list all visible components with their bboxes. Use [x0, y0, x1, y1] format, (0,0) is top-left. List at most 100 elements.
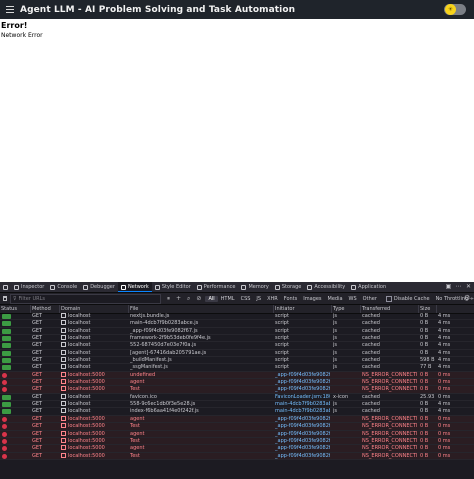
block-icon[interactable]: ⊘	[196, 295, 201, 303]
type-cell	[333, 431, 359, 438]
search-icon[interactable]: ⌕	[187, 295, 190, 303]
dock-icon[interactable]: ▣	[445, 283, 452, 290]
file-cell: agent	[130, 415, 145, 422]
initiator-cell: script	[275, 342, 289, 349]
tab-accessibility[interactable]: Accessibility	[304, 282, 348, 292]
filter-css[interactable]: CSS	[238, 296, 254, 302]
request-row[interactable]: 200 GET localhost 558-9c6ec1db0f3e5e28.js ma…	[0, 401, 474, 409]
filter-js[interactable]: JS	[253, 296, 264, 302]
filter-other[interactable]: Other	[360, 296, 380, 302]
domain-cell: localhost:5000	[61, 386, 127, 393]
tab-network[interactable]: Network	[117, 282, 152, 292]
error-status-icon	[2, 424, 7, 430]
tab-application[interactable]: Application	[348, 282, 389, 292]
request-row[interactable]: GET localhost:5000 Test _app-f09f4d03fe9082…	[0, 452, 474, 460]
request-row[interactable]: 200 GET localhost _app-f09f4d03fe9082f67.js…	[0, 327, 474, 336]
domain-text: localhost	[68, 357, 91, 364]
column-header-transferred[interactable]: Transferred	[360, 305, 418, 313]
size-cell: 0 B	[420, 335, 429, 342]
request-row[interactable]: 200 GET localhost _buildManifest.js script js…	[0, 357, 474, 365]
method-cell: GET	[32, 415, 43, 422]
add-icon[interactable]: +	[176, 295, 181, 303]
tab-performance[interactable]: Performance	[194, 282, 239, 292]
type-cell	[333, 438, 359, 445]
request-row[interactable]: 200 GET localhost main-4dcb7f9b0283abce.js s…	[0, 320, 474, 328]
more-options-icon[interactable]: ⋯	[455, 283, 462, 290]
domain-text: localhost:5000	[68, 452, 105, 459]
request-row[interactable]: GET localhost:5000 agent _app-f09f4d03fe908…	[0, 415, 474, 424]
status-cell: 200	[2, 357, 29, 364]
time-cell: 0 ms	[438, 445, 451, 452]
filter-xhr[interactable]: XHR	[264, 296, 281, 302]
domain-text: localhost	[68, 349, 91, 356]
filter-urls-input[interactable]: ⊽ Filter URLs	[9, 293, 161, 304]
domain-cell: localhost	[61, 364, 127, 371]
tab-style-editor[interactable]: Style Editor	[152, 282, 194, 292]
filter-images[interactable]: Images	[300, 296, 324, 302]
request-row[interactable]: GET localhost:5000 agent _app-f09f4d03fe908…	[0, 445, 474, 453]
transferred-cell: NS_ERROR_CONNECTION_...	[362, 415, 417, 422]
request-row[interactable]: GET localhost:5000 Test _app-f09f4d03fe9082…	[0, 423, 474, 431]
tab-memory[interactable]: Memory	[238, 282, 271, 292]
request-row[interactable]: GET localhost:5000 agent _app-f09f4d03fe908…	[0, 379, 474, 387]
column-header-initiator[interactable]: Initiator	[273, 305, 331, 313]
column-header-domain[interactable]: Domain	[59, 305, 128, 313]
file-cell: _ssgManifest.js	[130, 364, 168, 371]
filter-ws[interactable]: WS	[346, 296, 360, 302]
size-cell: 0 B	[420, 415, 429, 422]
status-cell: 200	[2, 313, 29, 320]
transferred-cell: NS_ERROR_CONNECTION_...	[362, 371, 417, 378]
lock-icon	[61, 335, 66, 341]
tab-label: Memory	[248, 284, 269, 290]
request-row[interactable]: 200 GET localhost _ssgManifest.js script js ca…	[0, 364, 474, 372]
request-row[interactable]: GET localhost:5000 agent _app-f09f4d03fe908…	[0, 430, 474, 438]
close-icon[interactable]: ✕	[465, 283, 472, 290]
domain-cell: localhost	[61, 335, 127, 342]
status-cell	[2, 386, 29, 393]
domain-cell: localhost	[61, 408, 127, 415]
filter-fonts[interactable]: Fonts	[281, 296, 301, 302]
trash-icon[interactable]	[0, 293, 10, 304]
gear-icon[interactable]: ⚙	[464, 295, 471, 302]
request-row[interactable]: GET localhost:5000 undefined _app-f09f4d03f…	[0, 371, 474, 380]
request-row[interactable]: 200 GET localhost framework-2f9b53deb0fe9f4…	[0, 335, 474, 343]
domain-cell: localhost	[61, 357, 127, 364]
type-cell: js	[333, 408, 337, 415]
domain-cell: localhost:5000	[61, 379, 127, 386]
error-message: Network Error	[1, 32, 43, 39]
status-cell: 200	[2, 335, 29, 342]
request-row[interactable]: 200 GET localhost favicon.ico FaviconLoader.…	[0, 393, 474, 402]
network-toolbar: ⊽ Filter URLs ⏸ + ⌕ ⊘ All HTML CSS JS XHR Fon…	[0, 293, 474, 305]
request-row[interactable]: 200 GET localhost index-f6b6aa41f4e0f242f.j…	[0, 408, 474, 416]
pause-icon[interactable]: ⏸	[167, 295, 170, 303]
request-row[interactable]: 200 GET localhost [agent]-67416dab205791ae.…	[0, 349, 474, 358]
status-badge: 200	[2, 365, 11, 371]
menu-icon[interactable]	[0, 0, 20, 19]
tab-debugger[interactable]: Debugger	[80, 282, 118, 292]
request-row[interactable]: 200 GET localhost nextjs.bundle.js script js c…	[0, 313, 474, 321]
element-picker-icon[interactable]	[0, 282, 11, 292]
filter-media[interactable]: Media	[325, 296, 346, 302]
column-header-method[interactable]: Method	[30, 305, 59, 313]
size-cell: 0 B	[420, 320, 429, 327]
disable-cache-checkbox[interactable]: Disable Cache	[385, 295, 430, 302]
type-filters: All HTML CSS JS XHR Fonts Images Media WS Other	[205, 295, 380, 302]
debugger-icon	[83, 284, 89, 290]
column-header-status[interactable]: Status	[0, 305, 29, 313]
column-header-type[interactable]: Type	[331, 305, 360, 313]
file-cell: undefined	[130, 371, 156, 378]
theme-toggle[interactable]: ☀	[444, 4, 466, 15]
domain-cell: localhost:5000	[61, 430, 127, 438]
filter-html[interactable]: HTML	[218, 296, 238, 302]
filter-all[interactable]: All	[205, 295, 218, 302]
column-header-size[interactable]: Size	[418, 305, 436, 313]
tab-storage[interactable]: Storage	[272, 282, 305, 292]
column-header-time[interactable]	[436, 305, 474, 313]
column-header-file[interactable]: File	[128, 305, 273, 313]
request-row[interactable]: 200 GET localhost 552-687450d7e03e7f0a.js sc…	[0, 342, 474, 350]
request-row[interactable]: GET localhost:5000 Test _app-f09f4d03fe9082…	[0, 386, 474, 394]
request-row[interactable]: GET localhost:5000 Test _app-f09f4d03fe9082…	[0, 437, 474, 446]
tab-console[interactable]: Console	[47, 282, 80, 292]
tab-inspector[interactable]: Inspector	[11, 282, 47, 292]
status-cell: 200	[2, 401, 29, 408]
